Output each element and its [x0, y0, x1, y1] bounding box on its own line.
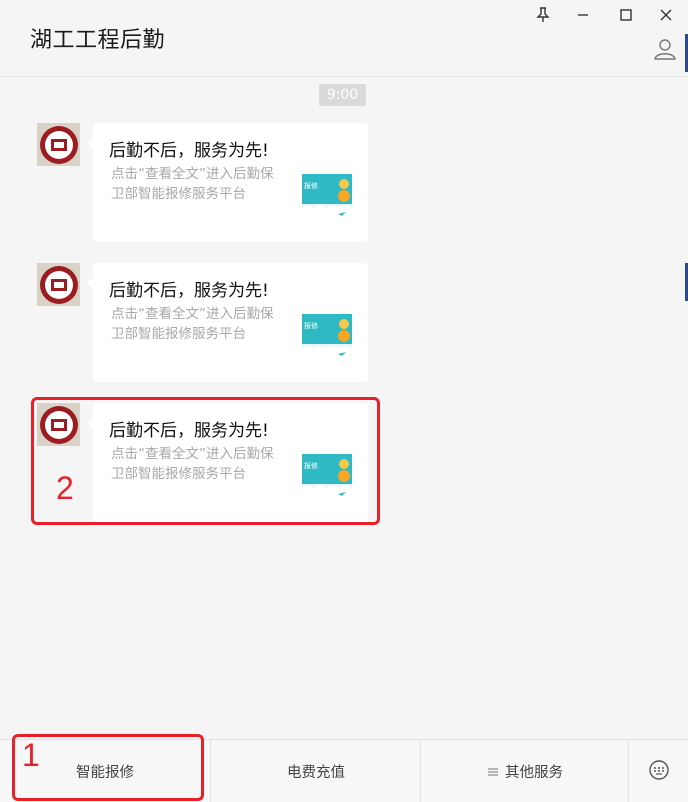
thumbnail-text: 报修 [304, 181, 318, 190]
user-profile-icon[interactable] [652, 36, 678, 62]
article-title: 后勤不后，服务为先! [109, 281, 269, 301]
menu-electricity-recharge[interactable]: 电费充值 [210, 740, 421, 802]
article-card[interactable]: 后勤不后，服务为先! 点击“查看全文”进入后勤保卫部智能报修服务平台 报修 [87, 123, 368, 242]
account-avatar[interactable] [37, 123, 80, 166]
chat-area[interactable]: 9:00 后勤不后，服务为先! 点击“查看全文”进入后勤保卫部智能报修服务平台 [0, 77, 688, 739]
menu-label: 其他服务 [505, 765, 563, 781]
article-description: 点击“查看全文”进入后勤保卫部智能报修服务平台 [111, 166, 274, 202]
thumbnail-text: 报修 [304, 461, 318, 470]
article-card[interactable]: 后勤不后，服务为先! 点击“查看全文”进入后勤保卫部智能报修服务平台 报修 [87, 263, 368, 382]
window-title: 湖工工程后勤 [30, 28, 166, 53]
message-item: 后勤不后，服务为先! 点击“查看全文”进入后勤保卫部智能报修服务平台 报修 [0, 123, 688, 245]
article-thumbnail: 报修 [302, 314, 352, 362]
article-card[interactable]: 后勤不后，服务为先! 点击“查看全文”进入后勤保卫部智能报修服务平台 报修 [87, 403, 368, 522]
article-title: 后勤不后，服务为先! [109, 421, 269, 441]
pin-icon[interactable] [528, 4, 558, 26]
menu-label: 电费充值 [287, 765, 345, 781]
message-item: 后勤不后，服务为先! 点击“查看全文”进入后勤保卫部智能报修服务平台 报修 [0, 263, 688, 385]
chat-window: 湖工工程后勤 9:00 后勤不后，服务为先! 点击“查看全文”进入后勤保卫部智能… [0, 0, 688, 802]
article-title: 后勤不后，服务为先! [109, 141, 269, 161]
highlight-label: 1 [22, 737, 40, 773]
bottom-menu: 智能报修 电费充值 其他服务 [0, 739, 688, 802]
minimize-icon[interactable] [568, 4, 598, 26]
thumbnail-text: 报修 [304, 321, 318, 330]
keyboard-icon [649, 759, 669, 784]
title-bar: 湖工工程后勤 [0, 0, 688, 77]
article-thumbnail: 报修 [302, 454, 352, 502]
submenu-lines-icon [487, 766, 499, 778]
message-item: 后勤不后，服务为先! 点击“查看全文”进入后勤保卫部智能报修服务平台 报修 [0, 403, 688, 525]
article-description: 点击“查看全文”进入后勤保卫部智能报修服务平台 [111, 306, 274, 342]
keyboard-toggle-button[interactable] [628, 740, 688, 802]
account-avatar[interactable] [37, 263, 80, 306]
article-thumbnail: 报修 [302, 174, 352, 222]
article-description: 点击“查看全文”进入后勤保卫部智能报修服务平台 [111, 446, 274, 482]
menu-other-services[interactable]: 其他服务 [420, 740, 629, 802]
menu-label: 智能报修 [76, 765, 134, 781]
highlight-label: 2 [56, 470, 74, 506]
close-icon[interactable] [651, 4, 681, 26]
account-avatar[interactable] [37, 403, 80, 446]
maximize-icon[interactable] [611, 4, 641, 26]
time-badge: 9:00 [319, 84, 366, 106]
